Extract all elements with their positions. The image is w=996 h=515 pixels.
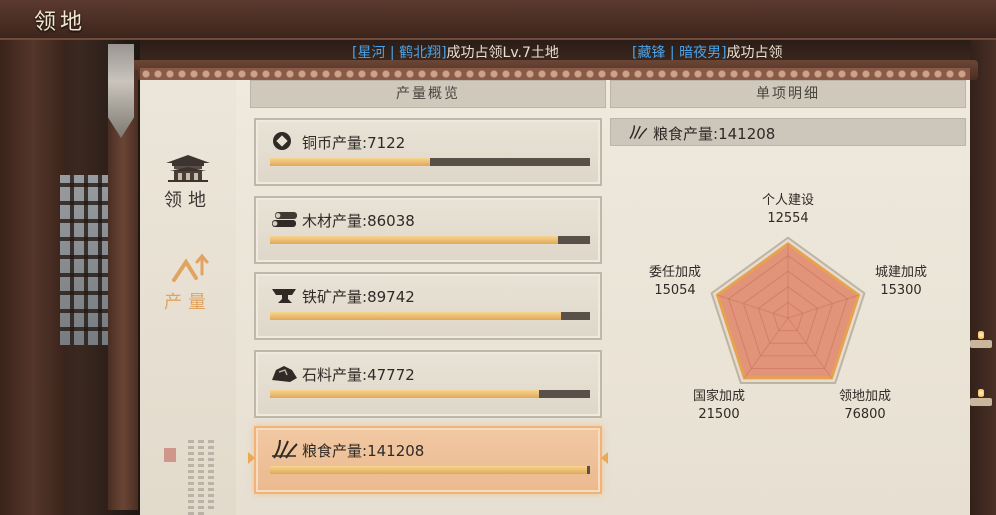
resource-progress-fill [270,312,562,320]
top-bar: 领地 [0,0,996,40]
resource-label: 石料产量:47772 [302,366,415,384]
seal-stamp [164,448,176,462]
overview-header: 产量概览 [250,80,606,108]
resource-progress-fill [270,466,587,474]
radar-label-appointed: 委任加成 15054 [648,265,701,298]
ticker-message: [星河 | 鹤北翔]成功占领Lv.7土地 [352,42,559,62]
resource-card-grain[interactable]: 粮食产量:141208 [248,426,608,494]
detail-panel: 粮食产量:141208 个人建设 12554 城建加成 15300 领地加成 7680… [610,112,966,512]
resource-progress-track [270,312,590,320]
wood-icon [272,212,297,227]
candle-icon [970,330,992,348]
resource-progress-fill [270,158,430,166]
radar-chart: 个人建设 12554 城建加成 15300 领地加成 76800 国家加成 21500 … [610,148,966,512]
side-nav: 领地 产量 [140,80,236,515]
detail-summary: 粮食产量:141208 [610,118,966,146]
resource-card-iron[interactable]: 铁矿产量:89742 [254,272,602,340]
selected-left-arrow-icon [248,452,255,464]
detail-header-title: 单项明细 [610,80,966,108]
ticker-text: 成功占领Lv.7土地 [446,45,559,61]
decorative-calligraphy [188,440,194,515]
resource-progress-track [270,466,590,474]
ticker-message: [藏锋 | 暗夜男]成功占领 [632,42,783,62]
resource-progress-track [270,236,590,244]
radar-label-personal: 个人建设 12554 [761,193,814,226]
resource-progress-track [270,158,590,166]
scroll-edge [108,70,138,510]
stone-icon [272,366,297,382]
grain-icon [629,125,648,140]
coin-icon [273,132,291,150]
ticker-player[interactable]: [星河 | 鹤北翔] [352,45,447,61]
ticker-player[interactable]: [藏锋 | 暗夜男] [632,45,727,61]
resource-progress-fill [270,390,539,398]
candle-icon [970,388,992,406]
anvil-icon [272,289,296,303]
resource-card-stone[interactable]: 石料产量:47772 [254,350,602,418]
nav-item-territory[interactable]: 领地 [140,186,236,212]
resource-label: 铜币产量:7122 [302,134,406,152]
nav-item-production[interactable]: 产量 [140,288,236,314]
decorative-calligraphy [198,440,204,515]
resource-card-wood[interactable]: 木材产量:86038 [254,196,602,264]
radar-label-city: 城建加成 15300 [874,265,927,298]
detail-label: 粮食产量:141208 [653,125,776,143]
selected-right-arrow-icon [601,452,608,464]
radar-label-nation: 国家加成 21500 [692,389,745,422]
resource-label: 粮食产量:141208 [302,442,425,460]
page-title: 领地 [34,10,87,35]
resource-progress-fill [270,236,558,244]
radar-label-territory: 领地加成 76800 [838,389,891,422]
scroll-fringe [140,68,970,80]
grain-icon [272,439,298,459]
resource-label: 木材产量:86038 [302,212,415,230]
resource-card-copper[interactable]: 铜币产量:7122 [254,118,602,186]
decorative-calligraphy [208,440,214,510]
background-window [60,175,112,345]
resource-progress-track [270,390,590,398]
pavilion-icon [166,155,210,182]
broadcast-ticker: [星河 | 鹤北翔]成功占领Lv.7土地 [藏锋 | 暗夜男]成功占领 [140,40,970,62]
background-pillar [0,40,66,515]
resource-label: 铁矿产量:89742 [302,288,415,306]
ticker-text: 成功占领 [726,45,783,61]
production-up-icon [172,253,209,282]
